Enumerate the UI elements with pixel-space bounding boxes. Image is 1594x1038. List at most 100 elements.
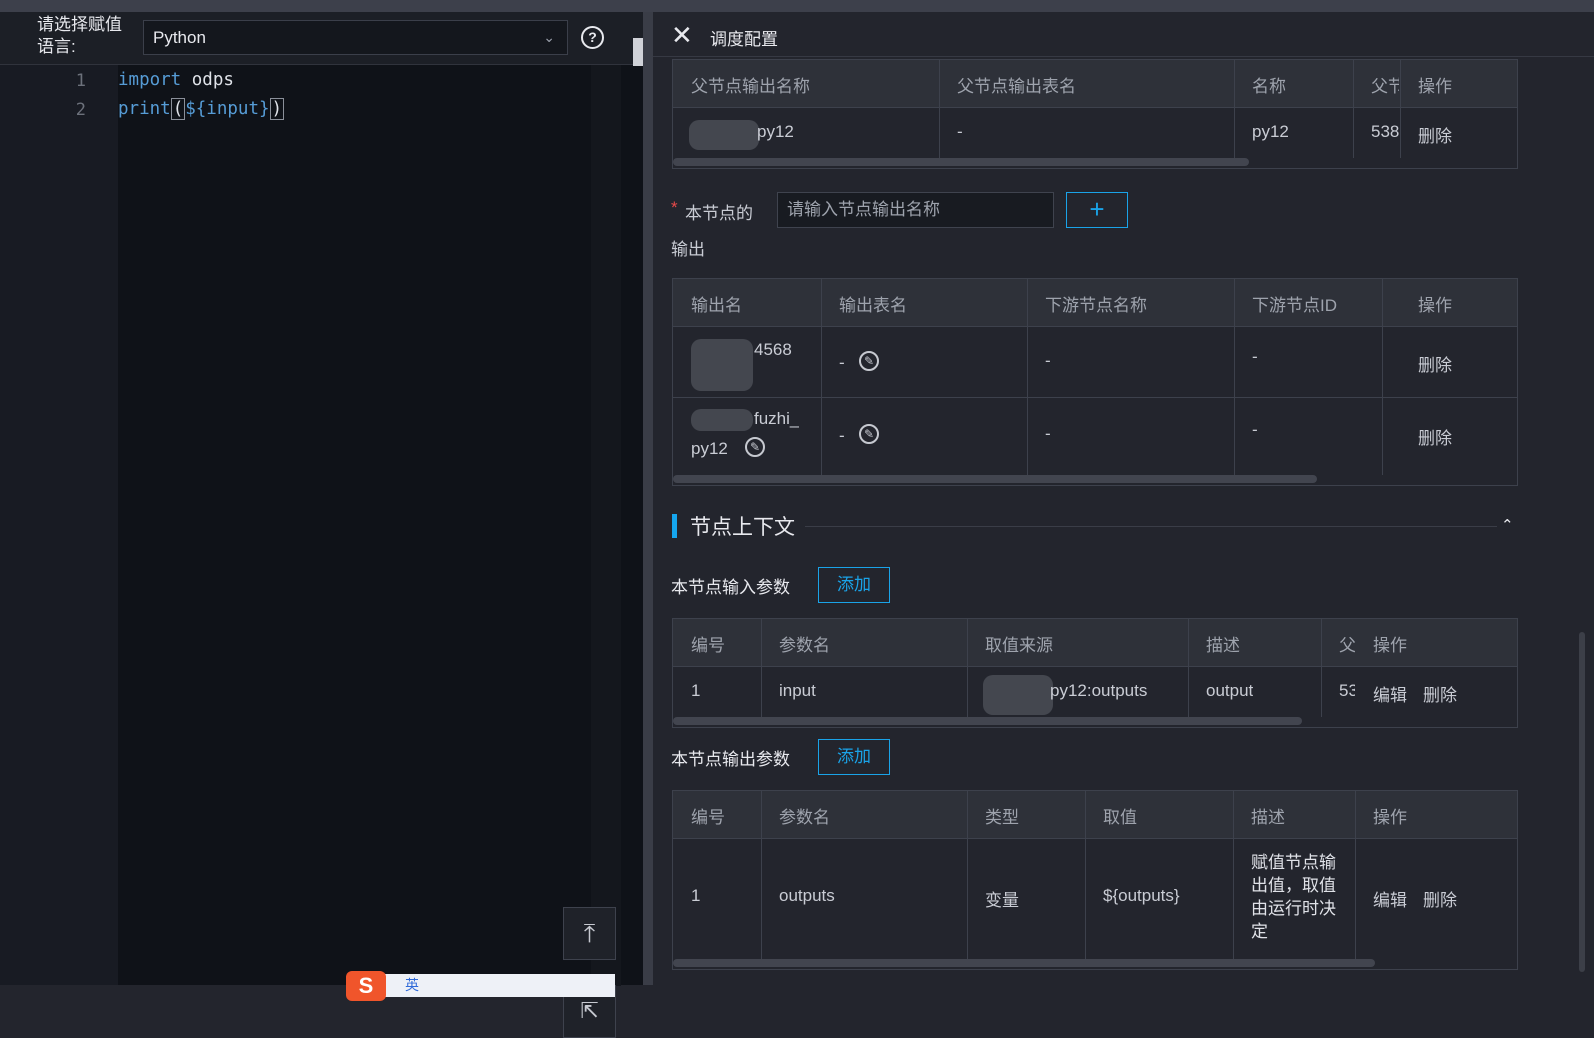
delete-link: 删除: [1418, 356, 1452, 375]
col-header: 父节点输出名称: [691, 77, 810, 96]
line-gutter: [0, 65, 118, 985]
edit-link[interactable]: 编辑: [1373, 681, 1407, 706]
table-cell: 1: [691, 886, 701, 905]
table-cell: input: [779, 681, 816, 700]
table-cell: -: [839, 426, 845, 445]
code-line[interactable]: import odps: [118, 70, 234, 90]
table-cell: py12: [1252, 122, 1289, 141]
col-header: 描述: [1206, 636, 1240, 655]
table-scrollbar[interactable]: [673, 475, 1317, 483]
table-cell: 4568: [754, 340, 792, 359]
language-label: 请选择赋值语言:: [37, 15, 122, 56]
col-header: 输出名: [691, 296, 742, 315]
table-cell: -: [1045, 351, 1051, 370]
table-cell: ${outputs}: [1103, 886, 1180, 905]
edit-icon[interactable]: ✎: [859, 424, 879, 444]
code-variable: ${input}: [185, 99, 270, 119]
code-line[interactable]: print(${input}): [118, 98, 285, 120]
output-params-label: 本节点输出参数: [671, 750, 790, 769]
code-text: odps: [181, 70, 234, 90]
col-header: 操作: [1373, 636, 1407, 655]
panel-scrollbar[interactable]: [1579, 632, 1585, 972]
edit-icon[interactable]: ✎: [859, 351, 879, 371]
line-number: 2: [75, 100, 86, 120]
code-editor[interactable]: 1 2 import odps print(${input}) ⤒ ⇱: [0, 64, 643, 1038]
parent-output-table: 父节点输出名称 父节点输出表名 名称 父节 操作 py12 - py12 538…: [672, 59, 1518, 169]
col-header: 操作: [1418, 296, 1452, 315]
close-icon[interactable]: ✕: [671, 22, 693, 48]
line-number: 1: [75, 71, 86, 91]
code-panel: 请选择赋值语言: Python ⌄ ? 1 2 import odps prin…: [0, 12, 646, 1038]
table-cell: py12:outputs: [1050, 681, 1148, 700]
code-keyword: print: [118, 99, 171, 119]
code-bracket: (: [170, 98, 186, 120]
delete-link[interactable]: 删除: [1418, 424, 1452, 449]
col-header: 下游节点名称: [1045, 296, 1147, 315]
table-cell: 1: [691, 681, 701, 700]
col-header: 下游节点ID: [1252, 296, 1337, 315]
schedule-config-panel: ✕ 调度配置 父节点输出名称 父节点输出表名 名称 父节 操作 py12 - p…: [653, 12, 1594, 985]
table-cell: -: [1045, 424, 1051, 443]
table-cell[interactable]: 53: [1339, 681, 1355, 701]
table-cell: output: [1206, 681, 1254, 700]
redacted-block: [691, 339, 753, 391]
table-cell: 变量: [985, 891, 1019, 910]
col-header: 父: [1339, 636, 1355, 655]
node-output-label: 输出: [671, 240, 705, 259]
input-params-table: 编号 参数名 取值来源 描述 父 操作 1 input py12:outputs…: [672, 618, 1518, 728]
delete-link[interactable]: 删除: [1423, 681, 1457, 706]
context-section-title: 节点上下文: [690, 516, 795, 539]
chevron-up-icon[interactable]: ⌃: [1501, 516, 1514, 534]
ime-logo-icon: S: [346, 971, 386, 1001]
table-cell: 赋值节点输出值，取值由运行时决定: [1251, 853, 1336, 941]
back-to-top-icon[interactable]: ⤒: [563, 907, 616, 960]
col-header: 取值: [1103, 808, 1137, 827]
table-scrollbar[interactable]: [673, 717, 1302, 725]
table-cell[interactable]: 538: [1371, 122, 1399, 142]
output-table: 输出名 输出表名 下游节点名称 下游节点ID 操作 4568 - ✎ - - 删…: [672, 278, 1518, 486]
add-input-param-button[interactable]: 添加: [818, 567, 890, 603]
editor-scrollbar[interactable]: [591, 65, 621, 986]
col-header: 类型: [985, 808, 1019, 827]
table-cell: py12: [757, 122, 794, 141]
node-output-input[interactable]: 请输入节点输出名称: [777, 192, 1054, 228]
table-cell: outputs: [779, 886, 835, 905]
add-output-param-button[interactable]: 添加: [818, 739, 890, 775]
ime-mode: 英: [405, 977, 433, 993]
redacted-block: [983, 675, 1053, 715]
delete-link: 删除: [1423, 891, 1457, 910]
section-divider: [805, 526, 1497, 527]
code-bracket: ): [269, 98, 285, 120]
col-header: 编号: [691, 808, 725, 827]
table-cell: -: [1252, 420, 1258, 439]
table-scrollbar[interactable]: [673, 158, 1249, 166]
col-header: 编号: [691, 636, 725, 655]
panel-divider[interactable]: [643, 12, 653, 985]
language-select[interactable]: Python ⌄: [143, 20, 568, 55]
section-accent-bar: [672, 514, 677, 538]
col-header: 输出表名: [839, 296, 907, 315]
table-cell: -: [839, 353, 845, 372]
col-header: 操作: [1418, 77, 1452, 96]
redacted-block: [691, 409, 753, 431]
table-cell: -: [1252, 347, 1258, 366]
delete-link[interactable]: 删除: [1418, 122, 1452, 147]
col-header: 父节: [1371, 77, 1399, 96]
add-output-button[interactable]: +: [1066, 192, 1128, 228]
required-mark: *: [671, 198, 678, 217]
edit-icon[interactable]: ✎: [745, 437, 765, 457]
chevron-down-icon: ⌄: [543, 29, 555, 45]
code-keyword: import: [118, 70, 182, 90]
col-header: 参数名: [779, 808, 830, 827]
ime-toolbar[interactable]: S 英: [346, 971, 615, 1001]
col-header: 操作: [1373, 808, 1407, 827]
panel-header: ✕ 调度配置: [653, 12, 1594, 57]
edit-link: 编辑: [1373, 891, 1407, 910]
top-strip: [0, 0, 1594, 12]
col-header: 父节点输出表名: [957, 77, 1076, 96]
help-icon[interactable]: ?: [581, 26, 604, 49]
table-scrollbar[interactable]: [673, 959, 1375, 967]
input-params-label: 本节点输入参数: [671, 578, 790, 597]
col-header: 取值来源: [985, 636, 1053, 655]
table-cell: fuzhi_: [754, 409, 800, 428]
